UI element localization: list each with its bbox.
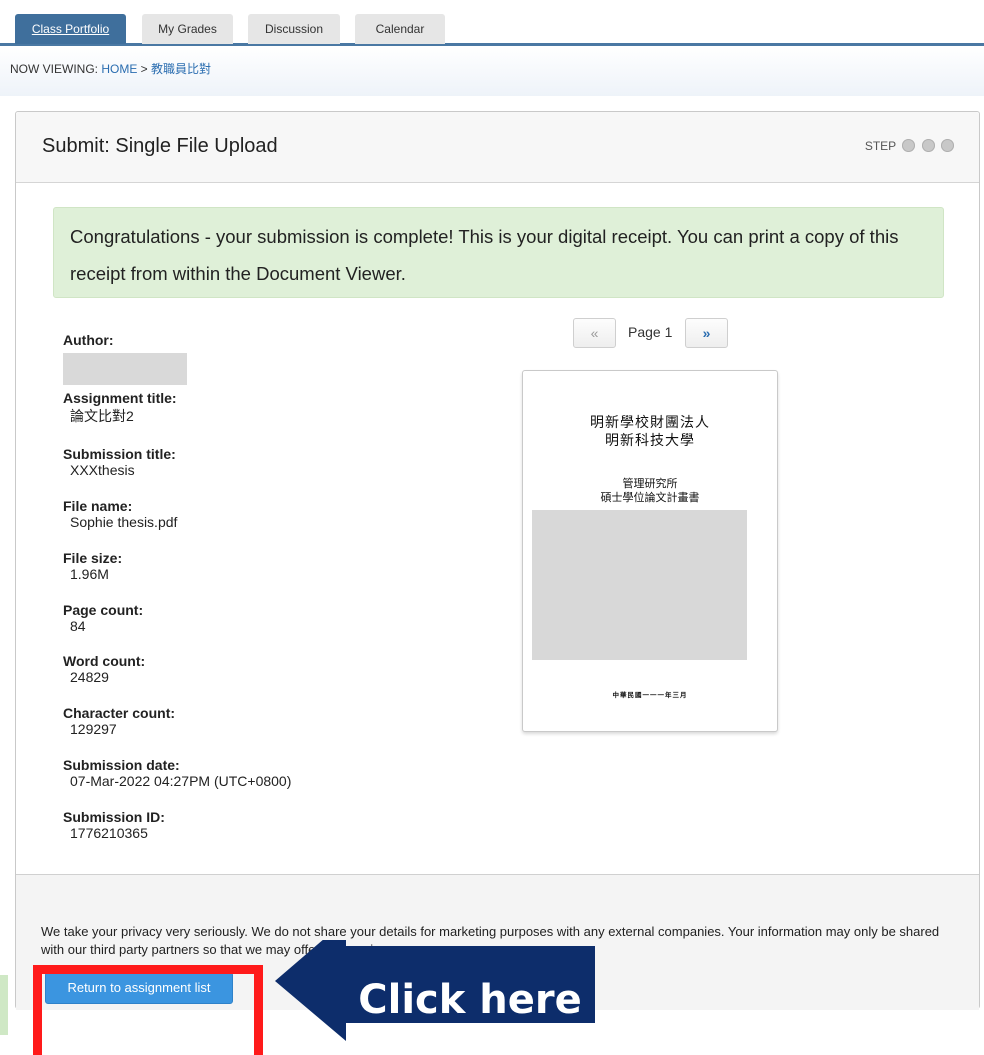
step-dot-1 <box>902 139 916 152</box>
tab-discussion[interactable]: Discussion <box>248 14 340 44</box>
page-title: Submit: Single File Upload <box>42 135 278 157</box>
prev-page-button[interactable]: « <box>573 318 616 348</box>
breadcrumb-home-link[interactable]: HOME <box>101 62 137 76</box>
field-submission-date: Submission date: 07-Mar-2022 04:27PM (UT… <box>63 757 363 809</box>
field-value: 07-Mar-2022 04:27PM (UTC+0800) <box>70 773 292 789</box>
callout-text: Click here <box>358 977 582 1023</box>
field-file-name: File name: Sophie thesis.pdf <box>63 498 363 550</box>
tab-class-portfolio[interactable]: Class Portfolio <box>15 14 126 44</box>
doc-line-2: 明新科技大學 <box>605 433 695 449</box>
field-label: Word count: <box>63 653 146 669</box>
doc-date: 中華民國一一一年三月 <box>612 691 688 699</box>
breadcrumb-separator: > <box>137 62 152 76</box>
field-value: 1.96M <box>70 566 109 582</box>
field-submission-id: Submission ID: 1776210365 <box>63 809 363 861</box>
field-value: 84 <box>70 618 86 634</box>
doc-line-1: 明新學校財團法人 <box>590 415 710 431</box>
tab-calendar[interactable]: Calendar <box>355 14 445 44</box>
field-value: 1776210365 <box>70 825 148 841</box>
receipt-details: Author: Assignment title: 論文比對2 Submissi… <box>63 332 363 861</box>
page-indicator: Page 1 <box>628 324 673 340</box>
field-word-count: Word count: 24829 <box>63 653 363 705</box>
step-dot-3 <box>941 139 954 152</box>
field-page-count: Page count: 84 <box>63 602 363 653</box>
field-value: XXXthesis <box>70 462 135 478</box>
field-file-size: File size: 1.96M <box>63 550 363 602</box>
next-page-button[interactable]: » <box>685 318 728 348</box>
submission-panel: Submit: Single File Upload STEP Congratu… <box>15 111 980 1010</box>
success-message: Congratulations - your submission is com… <box>53 207 944 298</box>
background-strip <box>0 975 8 1035</box>
doc-line-4: 碩士學位論文計畫書 <box>600 491 700 504</box>
step-dot-2 <box>921 139 935 152</box>
breadcrumb-bar: NOW VIEWING: HOME > 教職員比對 <box>0 46 984 96</box>
field-value: 論文比對2 <box>70 408 134 424</box>
highlight-box <box>33 965 263 1055</box>
field-label: File name: <box>63 498 133 514</box>
field-label: Character count: <box>63 705 176 721</box>
field-submission-title: Submission title: XXXthesis <box>63 446 363 498</box>
field-value: 129297 <box>70 721 117 737</box>
author-label: Author: <box>63 332 114 348</box>
field-label: Submission title: <box>63 446 176 462</box>
panel-header: Submit: Single File Upload STEP <box>16 112 979 183</box>
field-label: File size: <box>63 550 123 566</box>
author-block: Author: <box>63 332 363 390</box>
doc-redacted-area <box>532 510 747 660</box>
field-value: 24829 <box>70 669 109 685</box>
field-label: Submission date: <box>63 757 180 773</box>
breadcrumb-current[interactable]: 教職員比對 <box>151 62 211 76</box>
field-label: Page count: <box>63 602 144 618</box>
field-character-count: Character count: 129297 <box>63 705 363 757</box>
field-assignment-title: Assignment title: 論文比對2 <box>63 390 363 446</box>
author-redacted <box>63 353 187 385</box>
tab-my-grades[interactable]: My Grades <box>142 14 233 44</box>
breadcrumb: NOW VIEWING: HOME > 教職員比對 <box>10 60 211 77</box>
step-label: STEP <box>864 139 896 153</box>
document-thumbnail[interactable]: 明新學校財團法人 明新科技大學 管理研究所 碩士學位論文計畫書 中華民國一一一年… <box>522 370 778 732</box>
breadcrumb-prefix: NOW VIEWING: <box>10 62 102 76</box>
field-label: Assignment title: <box>63 390 177 406</box>
field-label: Submission ID: <box>63 809 165 825</box>
field-value: Sophie thesis.pdf <box>70 514 178 530</box>
step-indicator: STEP <box>865 139 954 153</box>
tab-bar: Class Portfolio My Grades Discussion Cal… <box>0 0 984 46</box>
click-here-callout: Click here <box>275 940 595 1041</box>
